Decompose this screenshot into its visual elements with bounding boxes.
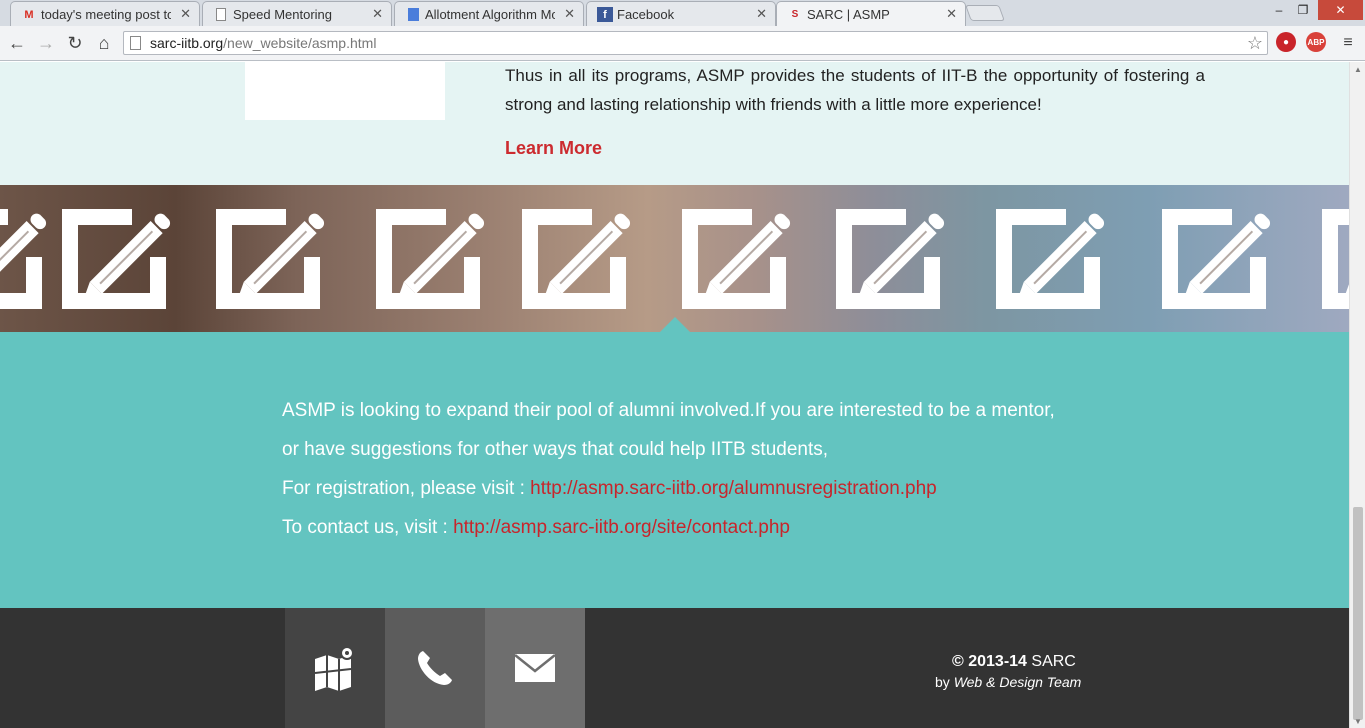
intro-paragraph: Thus in all its programs, ASMP provides … [505, 66, 1205, 114]
credit-prefix: by [935, 674, 950, 690]
sarc-icon: S [791, 9, 799, 20]
tab-facebook[interactable]: f Facebook ✕ [586, 1, 776, 26]
edit-icon [1322, 205, 1349, 309]
facebook-icon: f [597, 7, 613, 22]
back-icon[interactable]: ← [7, 33, 27, 53]
cta-section: ASMP is looking to expand their pool of … [0, 332, 1349, 608]
learn-more-link[interactable]: Learn More [505, 138, 602, 159]
copyright-org: SARC [1031, 653, 1076, 670]
contact-line: To contact us, visit : http://asmp.sarc-… [282, 517, 790, 539]
close-icon[interactable]: ✕ [756, 6, 767, 22]
registration-line: For registration, please visit : http://… [282, 478, 937, 500]
url-text: sarc-iitb.org/new_website/asmp.html [150, 35, 376, 51]
cta-line-2: or have suggestions for other ways that … [282, 439, 829, 460]
page-icon [130, 36, 141, 50]
edit-icon [216, 205, 338, 309]
credit-text: by Web & Design Team [935, 674, 1081, 690]
map-button[interactable] [285, 608, 385, 728]
scrollbar-thumb[interactable] [1353, 507, 1363, 720]
close-icon[interactable]: ✕ [180, 6, 191, 22]
edit-icon [836, 205, 958, 309]
mail-icon [515, 654, 555, 682]
edit-icon [62, 205, 184, 309]
tab-speed-mentoring[interactable]: Speed Mentoring ✕ [202, 1, 392, 26]
credit-team: Web & Design Team [953, 674, 1082, 690]
tab-label: Facebook [617, 7, 675, 22]
page-icon [213, 7, 229, 22]
tab-sarc-asmp[interactable]: S SARC | ASMP ✕ [776, 1, 966, 27]
tab-label: today's meeting post to to [41, 7, 171, 22]
forward-icon[interactable]: → [36, 33, 56, 53]
registration-link[interactable]: http://asmp.sarc-iitb.org/alumnusregistr… [530, 478, 937, 499]
tab-allotment-algorithm[interactable]: Allotment Algorithm Moc ✕ [394, 1, 584, 26]
reload-icon[interactable]: ↻ [65, 33, 85, 53]
edit-icon [0, 205, 60, 309]
cta-line-1: ASMP is looking to expand their pool of … [282, 400, 1055, 421]
docs-icon [405, 7, 421, 22]
scroll-up-icon[interactable]: ▲ [1350, 62, 1365, 76]
footer: © 2013-14 SARC by Web & Design Team [0, 608, 1349, 728]
contact-prefix: To contact us, visit : [282, 517, 448, 538]
intro-section: Thus in all its programs, ASMP provides … [0, 62, 1349, 185]
copyright-text: © 2013-14 SARC [952, 653, 1076, 671]
phone-icon [418, 651, 452, 685]
banner [0, 185, 1349, 332]
edit-icon [996, 205, 1118, 309]
banner-notch [660, 317, 690, 332]
gmail-icon: M [24, 8, 34, 21]
image-placeholder [245, 62, 445, 120]
new-tab-button[interactable] [965, 5, 1005, 21]
stop-icon[interactable]: ● [1276, 32, 1296, 52]
close-window-icon[interactable]: ✕ [1318, 0, 1363, 20]
edit-icon [522, 205, 644, 309]
vertical-scrollbar[interactable]: ▲ ▼ [1349, 62, 1365, 728]
adblock-icon[interactable]: ABP [1306, 32, 1326, 52]
home-icon[interactable]: ⌂ [94, 33, 114, 53]
contact-link[interactable]: http://asmp.sarc-iitb.org/site/contact.p… [453, 517, 790, 538]
url-host: sarc-iitb.org [150, 35, 224, 51]
close-icon[interactable]: ✕ [564, 6, 575, 22]
edit-icon [376, 205, 498, 309]
page-viewport: Thus in all its programs, ASMP provides … [0, 62, 1349, 728]
tab-label: Speed Mentoring [233, 7, 333, 22]
edit-icon [1162, 205, 1284, 309]
url-path: /new_website/asmp.html [223, 35, 377, 51]
tab-label: SARC | ASMP [807, 7, 890, 22]
map-icon [314, 646, 354, 691]
address-bar[interactable]: sarc-iitb.org/new_website/asmp.html ☆ [123, 31, 1268, 55]
close-icon[interactable]: ✕ [946, 6, 957, 22]
edit-icon [682, 205, 804, 309]
browser-tabstrip: M today's meeting post to to ✕ Speed Men… [0, 0, 1365, 27]
menu-icon[interactable]: ≡ [1338, 33, 1358, 53]
registration-prefix: For registration, please visit : [282, 478, 525, 499]
tab-gmail[interactable]: M today's meeting post to to ✕ [10, 1, 200, 26]
mail-button[interactable] [485, 608, 585, 728]
scroll-down-icon[interactable]: ▼ [1350, 714, 1365, 728]
bookmark-star-icon[interactable]: ☆ [1247, 33, 1263, 54]
tab-label: Allotment Algorithm Moc [425, 7, 555, 22]
browser-toolbar: ← → ↻ ⌂ sarc-iitb.org/new_website/asmp.h… [0, 26, 1365, 61]
copyright-years: © 2013-14 [952, 653, 1027, 670]
phone-button[interactable] [385, 608, 485, 728]
minimize-icon[interactable]: – [1268, 0, 1290, 20]
restore-icon[interactable]: ❐ [1292, 0, 1314, 20]
close-icon[interactable]: ✕ [372, 6, 383, 22]
